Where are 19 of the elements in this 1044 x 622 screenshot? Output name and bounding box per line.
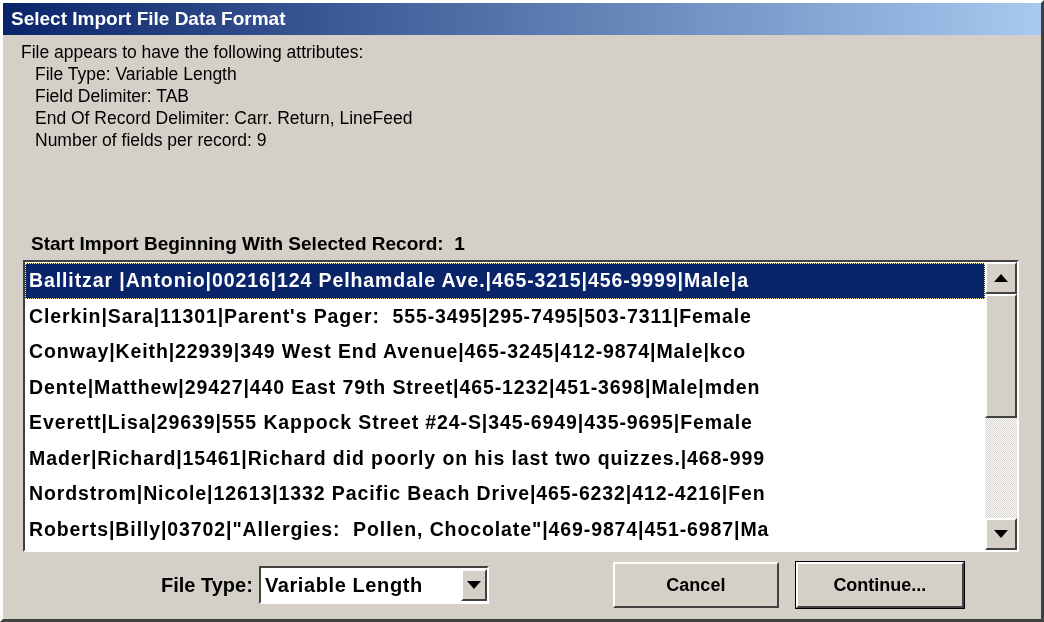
- attribute-line: Number of fields per record: 9: [34, 129, 267, 151]
- file-type-dropdown[interactable]: Variable Length: [258, 566, 489, 604]
- continue-button[interactable]: Continue...: [795, 562, 964, 608]
- record-row[interactable]: Roberts|Billy|03702|"Allergies: Pollen, Chocolate"|469-9874|451-6987|Ma: [25, 511, 985, 547]
- record-row[interactable]: Everett|Lisa|29639|555 Kappock Street #24-S|345-6949|435-9695|Female: [25, 405, 985, 441]
- record-row[interactable]: Clerkin|Sara|11301|Parent's Pager: 555-3495|295-7495|503-7311|Female: [25, 298, 985, 334]
- start-record-label: Start Import Beginning With Selected Record: 1: [31, 233, 465, 255]
- window-title: Select Import File Data Format: [3, 3, 1041, 35]
- record-row[interactable]: Ballitzar |Antonio|00216|124 Pelhamdale Ave.|465-3215|456-9999|Male|a: [25, 263, 985, 299]
- attributes-heading: File appears to have the following attributes:: [21, 41, 364, 63]
- record-row[interactable]: Dente|Matthew|29427|440 East 79th Street|465-1232|451-3698|Male|mden: [25, 369, 985, 405]
- file-type-label: File Type:: [161, 573, 253, 597]
- record-row[interactable]: Nordstrom|Nicole|12613|1332 Pacific Beach Drive|465-6232|412-4216|Fen: [25, 476, 985, 512]
- attribute-line: Field Delimiter: TAB: [34, 85, 189, 107]
- record-row[interactable]: Mader|Richard|15461|Richard did poorly on his last two quizzes.|468-999: [25, 440, 985, 476]
- cancel-button[interactable]: Cancel: [612, 562, 779, 608]
- record-row[interactable]: Conway|Keith|22939|349 West End Avenue|465-3245|412-9874|Male|kco: [25, 334, 985, 370]
- attribute-line: File Type: Variable Length: [34, 63, 237, 85]
- attribute-line: End Of Record Delimiter: Carr. Return, LineFeed: [34, 107, 413, 129]
